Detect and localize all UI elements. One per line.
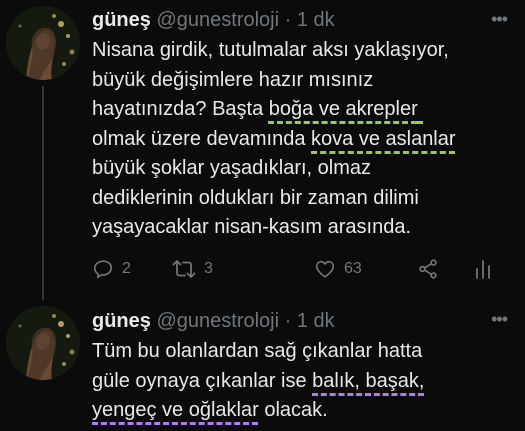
- reply-count: 2: [122, 260, 131, 277]
- author-name[interactable]: güneş: [92, 9, 151, 31]
- text-segment: güle oynaya çıkanlar ise: [92, 369, 313, 392]
- thread-connector: [42, 86, 44, 300]
- text-segment: olacak.: [258, 399, 328, 421]
- more-options-icon[interactable]: •••: [491, 10, 508, 28]
- share-button[interactable]: [417, 258, 439, 280]
- text-line: yengeç ve oğlaklar olacak.: [92, 396, 512, 426]
- text-line: büyük değişimlere hazır mısınız: [92, 66, 512, 96]
- text-line: Tüm bu olanlardan sağ çıkanlar hatta: [92, 337, 512, 367]
- separator: ·: [284, 9, 292, 31]
- text-segment: olmak üzere devamında: [92, 127, 312, 150]
- tweet-text: Tüm bu olanlardan sağ çıkanlar hatta gül…: [92, 337, 512, 426]
- analytics-icon: [476, 260, 490, 279]
- retweet-icon: [172, 260, 196, 278]
- retweet-count: 3: [204, 260, 213, 277]
- tweet-header: güneş @gunestroloji · 1 dk: [92, 7, 335, 33]
- text-line: Nisana girdik, tutulmalar aksı yaklaşıyo…: [92, 36, 512, 66]
- reply-icon: [93, 260, 113, 279]
- tweet[interactable]: güneş @gunestroloji · 1 dk ••• Nisana gi…: [0, 0, 525, 300]
- text-line: olmak üzere devamında kova ve aslanlar: [92, 125, 512, 155]
- tweet-text: Nisana girdik, tutulmalar aksı yaklaşıyo…: [92, 36, 512, 243]
- text-segment: dediklerinin oldukları bir zaman dilimi: [92, 186, 419, 209]
- tweet[interactable]: güneş @gunestroloji · 1 dk ••• Tüm bu ol…: [0, 300, 525, 431]
- text-segment: Tüm bu olanlardan sağ çıkanlar hatta: [92, 340, 423, 362]
- separator: ·: [284, 310, 292, 332]
- reply-button[interactable]: 2: [92, 258, 131, 280]
- timestamp[interactable]: 1 dk: [297, 9, 335, 31]
- highlighted-text: boğa ve akrepler: [268, 98, 418, 120]
- text-segment: büyük şoklar yaşadıkları, olmaz: [92, 157, 372, 179]
- like-count: 63: [344, 260, 362, 277]
- author-handle[interactable]: @gunestroloji: [156, 310, 279, 332]
- like-button[interactable]: 63: [314, 258, 362, 280]
- more-options-icon[interactable]: •••: [491, 310, 508, 328]
- avatar-image: [6, 6, 80, 80]
- text-segment: hayatınızda? Başta: [92, 98, 269, 120]
- avatar[interactable]: [6, 306, 80, 380]
- tweet-header: güneş @gunestroloji · 1 dk: [92, 308, 335, 334]
- avatar[interactable]: [6, 6, 80, 80]
- text-line: dediklerinin oldukları bir zaman dilimi: [92, 184, 512, 214]
- text-line: büyük şoklar yaşadıkları, olmaz: [92, 154, 512, 184]
- text-segment: büyük değişimlere hazır mısınız: [92, 68, 374, 91]
- highlighted-text: balık, başak,: [312, 369, 425, 392]
- heart-icon: [315, 260, 335, 278]
- highlighted-text: kova ve aslanlar: [311, 127, 456, 150]
- text-line: yaşayacaklar nisan-kasım arasında.: [92, 213, 512, 243]
- text-line: güle oynaya çıkanlar ise balık, başak,: [92, 367, 512, 397]
- highlighted-text: yengeç ve oğlaklar: [92, 399, 259, 421]
- text-line: hayatınızda? Başta boğa ve akrepler: [92, 95, 512, 125]
- tweet-actions: 2 3 63: [92, 258, 512, 284]
- text-segment: Nisana girdik, tutulmalar aksı yaklaşıyo…: [92, 39, 449, 61]
- analytics-button[interactable]: [474, 258, 492, 280]
- text-segment: yaşayacaklar nisan-kasım arasında.: [92, 216, 412, 238]
- share-icon: [419, 259, 437, 279]
- avatar-image: [6, 306, 80, 380]
- timestamp[interactable]: 1 dk: [297, 310, 335, 332]
- author-name[interactable]: güneş: [92, 310, 151, 332]
- author-handle[interactable]: @gunestroloji: [156, 9, 279, 31]
- highlighted-text: [418, 98, 424, 120]
- retweet-button[interactable]: 3: [172, 258, 213, 280]
